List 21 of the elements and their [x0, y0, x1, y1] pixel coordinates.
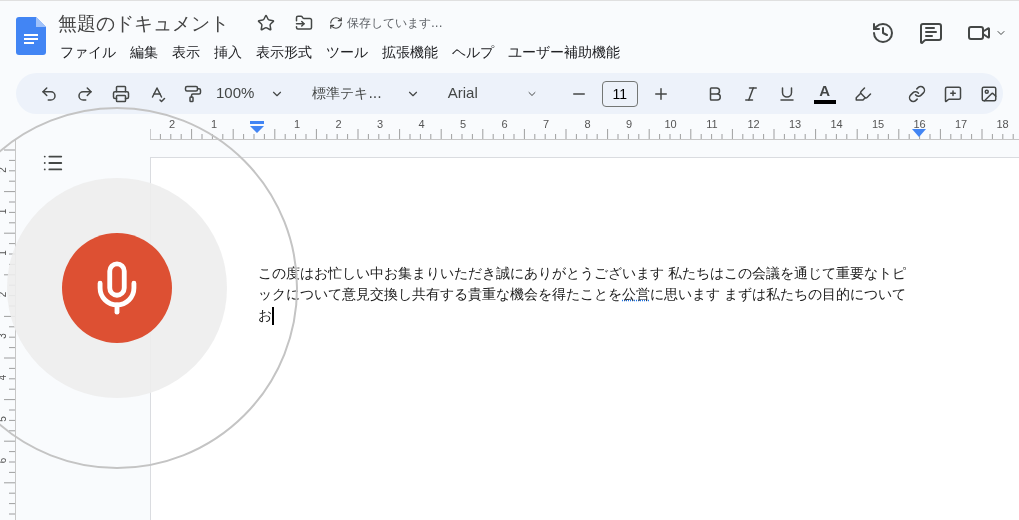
menu-item[interactable]: 挿入: [212, 41, 244, 63]
menu-item[interactable]: 表示: [170, 41, 202, 63]
history-icon[interactable]: [871, 21, 895, 45]
font-size-field[interactable]: 11: [601, 80, 638, 107]
document-title[interactable]: 無題のドキュメント: [58, 9, 229, 38]
menu-item[interactable]: ユーザー補助機能: [506, 41, 622, 63]
document-logo-icon[interactable]: [16, 17, 46, 55]
horizontal-ruler: 2 1 1 2 3 4 5 6 7 8 9 10 11 12 13 14 15 16 17 18: [150, 117, 1019, 139]
menu-item[interactable]: ヘルプ: [450, 41, 496, 63]
comments-icon[interactable]: [919, 21, 943, 45]
menu-item[interactable]: 拡張機能: [380, 41, 440, 63]
text-color-button[interactable]: A: [809, 83, 840, 105]
menu-item[interactable]: ファイル: [58, 41, 118, 63]
zoom-dropdown[interactable]: 100%: [216, 82, 285, 105]
save-status: 保存しています...: [347, 15, 443, 33]
sync-icon: [329, 16, 343, 31]
menu-item[interactable]: 編集: [128, 41, 160, 63]
style-dropdown[interactable]: 標準テキ...: [312, 83, 420, 105]
menu-item[interactable]: ツール: [324, 41, 370, 63]
menu-item[interactable]: 表示形式: [254, 41, 314, 63]
font-dropdown[interactable]: Arial: [447, 82, 538, 105]
